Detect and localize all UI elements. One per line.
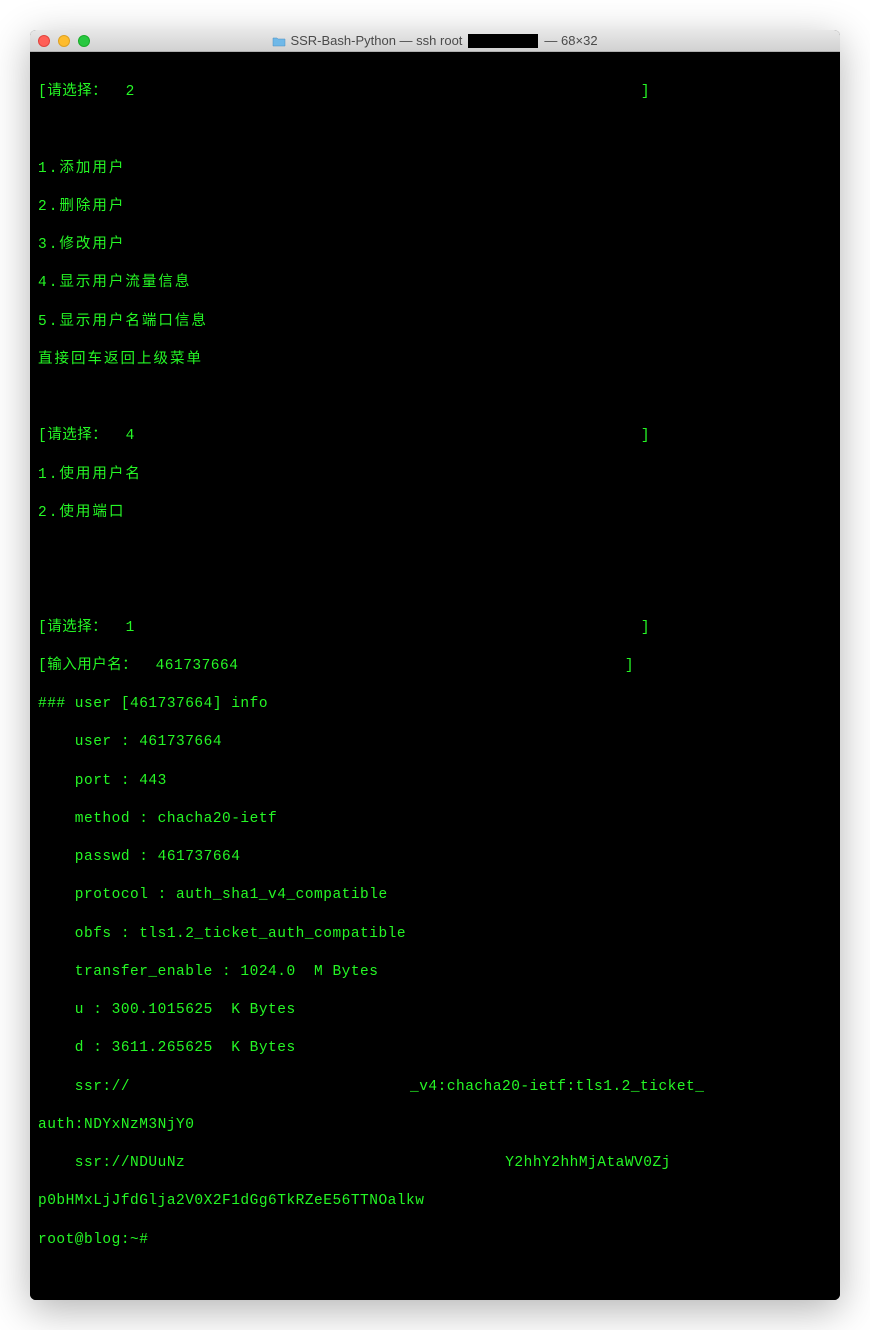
menu-item: 5.显示用户名端口信息 — [38, 313, 832, 332]
prompt-line: [请选择： 4 ] — [38, 427, 832, 446]
terminal-window: SSR-Bash-Python — ssh root — 68×32 [请选择：… — [30, 30, 840, 1300]
title-text-prefix: SSR-Bash-Python — ssh root — [290, 33, 462, 48]
title-text-suffix: — 68×32 — [544, 33, 597, 48]
info-line: transfer_enable : 1024.0 M Bytes — [38, 963, 832, 982]
prompt-line: [请选择： 1 ] — [38, 619, 832, 638]
menu-item: 1.使用用户名 — [38, 466, 832, 485]
info-line: protocol : auth_sha1_v4_compatible — [38, 886, 832, 905]
menu-item: 直接回车返回上级菜单 — [38, 351, 832, 370]
blank-line — [38, 121, 832, 140]
menu-item: 3.修改用户 — [38, 236, 832, 255]
info-line: p0bHMxLjJfdGlja2V0X2F1dGg6TkRZeE56TTNOal… — [38, 1192, 832, 1211]
ssr-prefix: ssr:// — [38, 1079, 130, 1095]
info-line: obfs : tls1.2_ticket_auth_compatible — [38, 925, 832, 944]
info-line: auth:NDYxNzM3NjY0 — [38, 1116, 832, 1135]
shell-prompt: root@blog:~# — [38, 1231, 832, 1250]
terminal-content[interactable]: [请选择： 2 ] 1.添加用户 2.删除用户 3.修改用户 4.显示用户流量信… — [30, 52, 840, 1300]
menu-item: 2.使用端口 — [38, 504, 832, 523]
redacted-host — [468, 34, 538, 48]
info-line: passwd : 461737664 — [38, 848, 832, 867]
info-line: d : 3611.265625 K Bytes — [38, 1039, 832, 1058]
info-header: ### user [461737664] info — [38, 695, 832, 714]
input-line: [输入用户名： 461737664 ] — [38, 657, 832, 676]
ssr-suffix: _v4:chacha20-ietf:tls1.2_ticket_ — [410, 1079, 704, 1095]
menu-item: 4.显示用户流量信息 — [38, 274, 832, 293]
menu-item: 1.添加用户 — [38, 160, 832, 179]
info-line: ssr://NDUuNz Y2hhY2hhMjAtaWV0Zj — [38, 1154, 832, 1173]
info-line: u : 300.1015625 K Bytes — [38, 1001, 832, 1020]
blank-line — [38, 580, 832, 599]
info-line: port : 443 — [38, 772, 832, 791]
prompt-line: [请选择： 2 ] — [38, 83, 832, 102]
folder-icon — [272, 35, 286, 46]
titlebar: SSR-Bash-Python — ssh root — 68×32 — [30, 30, 840, 52]
menu-item: 2.删除用户 — [38, 198, 832, 217]
info-line: ssr:// _v4:chacha20-ietf:tls1.2_ticket_ — [38, 1078, 832, 1097]
blank-line — [38, 389, 832, 408]
ssr-suffix: Y2hhY2hhMjAtaWV0Zj — [505, 1155, 671, 1171]
info-line: user : 461737664 — [38, 733, 832, 752]
ssr-prefix: ssr://NDUuNz — [38, 1155, 185, 1171]
blank-line — [38, 542, 832, 561]
window-title: SSR-Bash-Python — ssh root — 68×32 — [30, 33, 840, 48]
